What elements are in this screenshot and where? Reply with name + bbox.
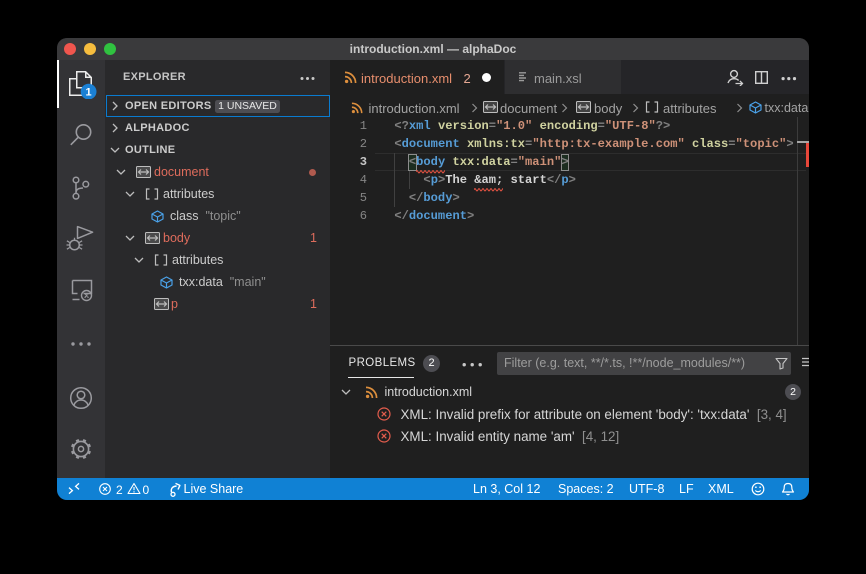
- svg-text:1: 1: [86, 87, 92, 99]
